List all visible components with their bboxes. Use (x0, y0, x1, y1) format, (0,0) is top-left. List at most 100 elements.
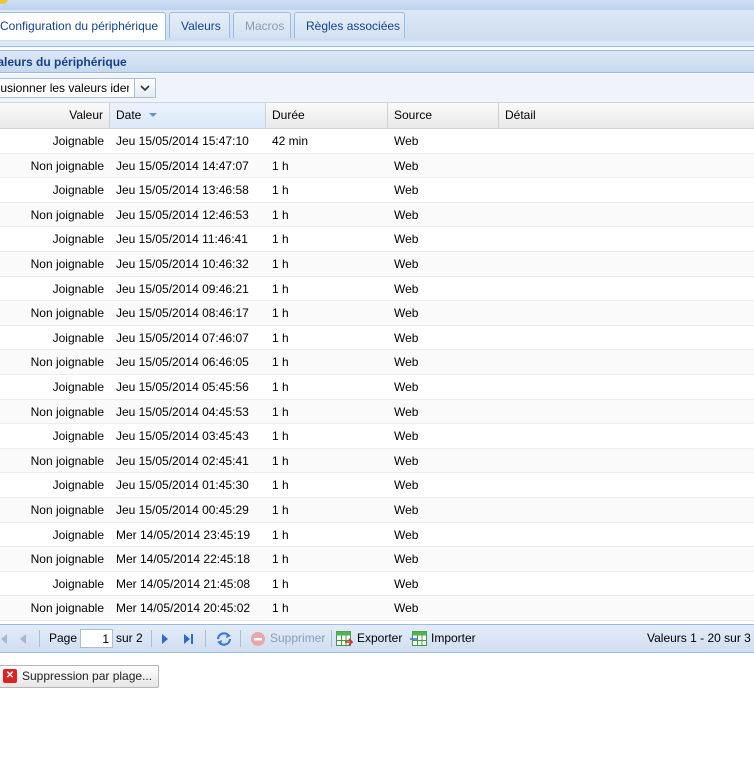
page-number-input[interactable] (80, 629, 113, 648)
table-row[interactable]: Non joignable Jeu 15/05/2014 12:46:53 1 h W… (0, 202, 754, 228)
app-logo-icon (0, 0, 8, 4)
tab-label: Valeurs (181, 19, 221, 33)
cell-detail (499, 424, 754, 448)
table-row[interactable]: Joignable Mer 14/05/2014 23:45:19 1 h Web (0, 523, 754, 548)
cell-source: Web (394, 134, 419, 148)
grid-body: Joignable Jeu 15/05/2014 15:47:10 42 min We… (0, 129, 754, 621)
chevron-down-icon (140, 85, 150, 91)
cell-duree: 1 h (272, 256, 289, 271)
pager-separator (205, 630, 206, 647)
next-page-button[interactable] (161, 625, 169, 652)
values-grid: Valeur Date Durée Source Détail Joignabl… (0, 103, 754, 621)
column-header-duree[interactable]: Durée (266, 103, 388, 128)
pager-separator (151, 630, 152, 647)
merge-values-combo[interactable]: Fusionner les valeurs identiques (0, 78, 156, 98)
column-header-label: Détail (505, 108, 536, 122)
export-button[interactable]: Exporter (336, 625, 402, 652)
range-delete-button[interactable]: ✕ Suppression par plage... (0, 665, 160, 688)
prev-page-button[interactable] (19, 625, 27, 652)
tab-label: Configuration du périphérique (0, 19, 159, 33)
column-header-label: Valeur (69, 108, 103, 122)
cell-duree: 1 h (272, 552, 289, 567)
cell-detail (499, 252, 754, 276)
column-header-label: Source (394, 108, 433, 122)
delete-icon (251, 631, 265, 646)
last-page-button[interactable] (183, 625, 194, 652)
page-count-label: sur 2 (116, 631, 143, 645)
cell-duree: 1 h (272, 183, 289, 198)
cell-source: Web (394, 183, 419, 198)
cell-valeur: Joignable (52, 379, 104, 394)
cell-duree: 1 h (272, 502, 289, 517)
import-button[interactable]: Importer (410, 625, 476, 652)
merge-values-combo-value: Fusionner les valeurs identiques (0, 81, 129, 95)
cell-valeur: Non joignable (30, 355, 104, 370)
cell-detail (499, 498, 754, 522)
table-row[interactable]: Non joignable Jeu 15/05/2014 02:45:41 1 h W… (0, 448, 754, 474)
table-row[interactable]: Non joignable Jeu 15/05/2014 14:47:07 1 h W… (0, 153, 754, 179)
table-row[interactable]: Non joignable Jeu 15/05/2014 10:46:32 1 h W… (0, 251, 754, 277)
first-page-button[interactable] (0, 625, 8, 652)
cell-valeur: Non joignable (30, 306, 104, 321)
column-header-valeur[interactable]: Valeur (0, 103, 110, 128)
cell-duree: 1 h (272, 601, 289, 616)
paging-summary: Valeurs 1 - 20 sur 3 (647, 631, 751, 645)
column-header-detail[interactable]: Détail (499, 103, 754, 128)
table-row[interactable]: Non joignable Jeu 15/05/2014 00:45:29 1 h W… (0, 497, 754, 523)
cell-valeur: Joignable (52, 330, 104, 345)
cell-valeur: Joignable (52, 183, 104, 198)
table-row[interactable]: Non joignable Mer 14/05/2014 22:45:18 1 h W… (0, 547, 754, 572)
sort-descending-icon (148, 113, 157, 118)
cell-date: Jeu 15/05/2014 08:46:17 (116, 306, 249, 321)
tab-label: Macros (245, 19, 285, 33)
pager-separator (331, 630, 332, 647)
tab-strip-bottom (0, 41, 754, 47)
prev-page-icon (20, 633, 26, 644)
combo-dropdown-button[interactable] (134, 79, 155, 97)
cell-valeur: Non joignable (30, 552, 104, 567)
cell-date: Mer 14/05/2014 21:45:08 (116, 576, 251, 591)
cell-source: Web (394, 306, 419, 321)
cell-duree: 1 h (272, 404, 289, 419)
tab-configuration[interactable]: Configuration du périphérique (0, 12, 166, 40)
table-row[interactable]: Joignable Mer 14/05/2014 21:45:08 1 h Web (0, 572, 754, 597)
table-row[interactable]: Joignable Jeu 15/05/2014 09:46:21 1 h Web (0, 277, 754, 302)
cell-valeur: Non joignable (30, 207, 104, 222)
range-delete-label: Suppression par plage... (22, 669, 153, 683)
cell-detail (499, 350, 754, 374)
column-header-source[interactable]: Source (388, 103, 499, 128)
table-row[interactable]: Joignable Jeu 15/05/2014 07:46:07 1 h Web (0, 326, 754, 351)
cell-detail (499, 326, 754, 350)
cell-detail (499, 203, 754, 227)
cell-duree: 1 h (272, 158, 289, 173)
cell-duree: 1 h (272, 576, 289, 591)
tab-regles-associees[interactable]: Règles associées (294, 12, 405, 38)
table-row[interactable]: Joignable Jeu 15/05/2014 11:46:41 1 h Web (0, 227, 754, 252)
table-row[interactable]: Joignable Jeu 15/05/2014 05:45:56 1 h Web (0, 375, 754, 400)
cell-date: Jeu 15/05/2014 03:45:43 (116, 429, 249, 444)
table-row[interactable]: Joignable Jeu 15/05/2014 13:46:58 1 h Web (0, 178, 754, 203)
page-label: Page (49, 631, 78, 645)
refresh-button[interactable] (215, 625, 233, 652)
table-row[interactable]: Joignable Jeu 15/05/2014 01:45:30 1 h Web (0, 473, 754, 498)
table-row[interactable]: Non joignable Jeu 15/05/2014 04:45:53 1 h W… (0, 399, 754, 425)
cell-date: Jeu 15/05/2014 13:46:58 (116, 183, 249, 198)
cell-source: Web (394, 429, 419, 444)
table-row[interactable]: Non joignable Jeu 15/05/2014 06:46:05 1 h W… (0, 350, 754, 375)
first-page-icon (1, 633, 7, 644)
cell-detail (499, 154, 754, 178)
tab-valeurs[interactable]: Valeurs (169, 12, 230, 38)
table-row[interactable]: Non joignable Mer 14/05/2014 20:45:02 1 h W… (0, 596, 754, 621)
table-row[interactable]: Non joignable Jeu 15/05/2014 08:46:17 1 h W… (0, 301, 754, 326)
table-row[interactable]: Joignable Jeu 15/05/2014 15:47:10 42 min We… (0, 129, 754, 154)
cell-detail (499, 129, 754, 153)
cell-valeur: Non joignable (30, 453, 104, 468)
table-row[interactable]: Joignable Jeu 15/05/2014 03:45:43 1 h Web (0, 424, 754, 449)
cell-valeur: Joignable (52, 478, 104, 493)
cell-date: Jeu 15/05/2014 09:46:21 (116, 281, 249, 296)
delete-button[interactable]: Supprimer (250, 625, 325, 652)
cell-date: Jeu 15/05/2014 02:45:41 (116, 453, 249, 468)
cell-valeur: Non joignable (30, 158, 104, 173)
cell-duree: 1 h (272, 429, 289, 444)
column-header-date[interactable]: Date (110, 103, 266, 128)
